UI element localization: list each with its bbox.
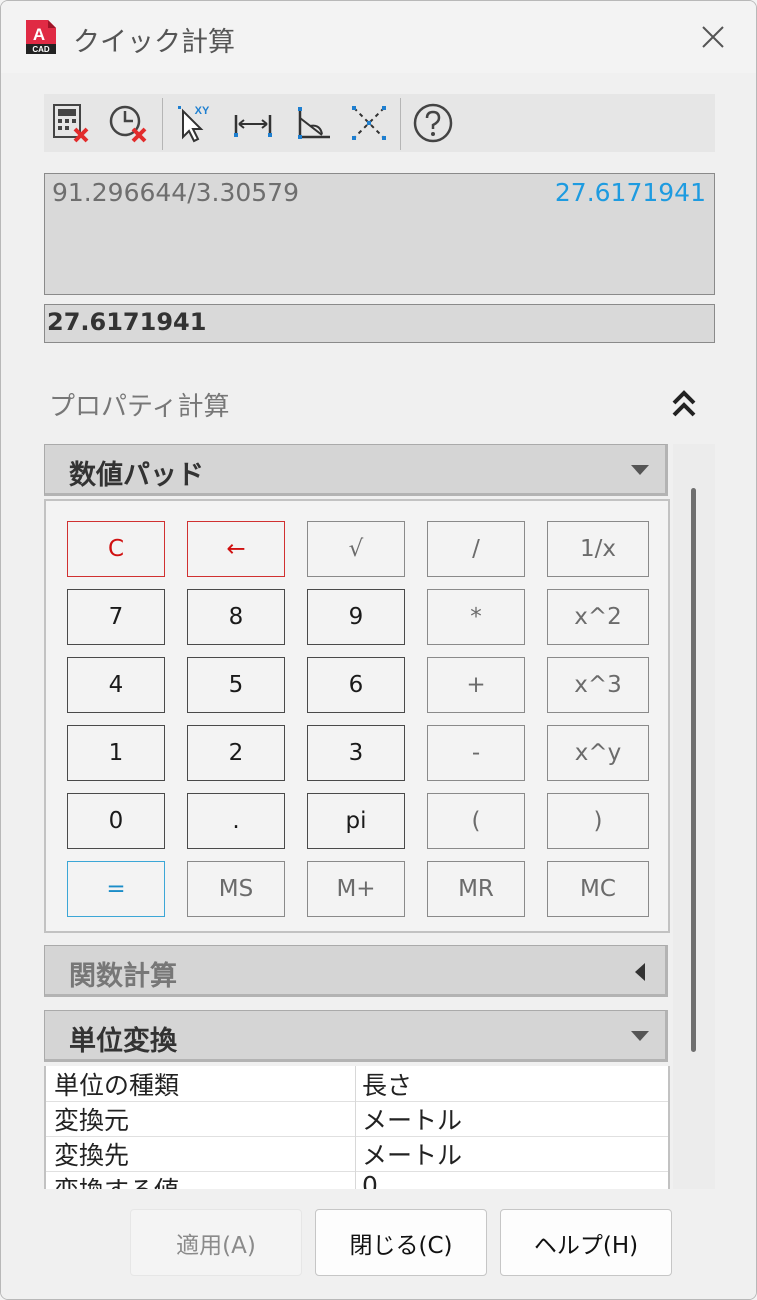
angle-of-line-icon [298, 107, 330, 139]
unit-row[interactable]: 単位の種類 長さ [46, 1066, 668, 1102]
unit-conversion-grid: 単位の種類 長さ 変換元 メートル 変換先 メートル 変換する値 0 [44, 1066, 670, 1189]
chevron-down-icon [631, 465, 649, 475]
history-area[interactable]: 91.296644/3.30579 27.6171941 [44, 173, 715, 295]
svg-text:XY: XY [195, 105, 210, 117]
app-logo-icon: A CAD [22, 18, 58, 56]
clear-history-icon [109, 105, 147, 143]
distance-between-points-icon [234, 115, 272, 137]
key-minus[interactable]: - [427, 725, 525, 781]
key-square[interactable]: x^2 [547, 589, 649, 645]
key-5[interactable]: 5 [187, 657, 285, 713]
key-cube[interactable]: x^3 [547, 657, 649, 713]
history-expression[interactable]: 91.296644/3.30579 [52, 178, 299, 207]
numeric-pad-header[interactable]: 数値パッド [44, 444, 668, 496]
key-3[interactable]: 3 [307, 725, 405, 781]
key-clear[interactable]: C [67, 521, 165, 577]
window-title: クイック計算 [73, 27, 235, 58]
key-divide[interactable]: / [427, 521, 525, 577]
key-open-paren[interactable]: ( [427, 793, 525, 849]
key-plus[interactable]: + [427, 657, 525, 713]
unit-conversion-header[interactable]: 単位変換 [44, 1010, 668, 1062]
close-icon [702, 26, 724, 48]
key-reciprocal[interactable]: 1/x [547, 521, 649, 577]
key-decimal[interactable]: . [187, 793, 285, 849]
column-divider [355, 1101, 356, 1136]
title-bar: A CAD クイック計算 [1, 1, 756, 73]
close-window-button[interactable] [699, 23, 727, 51]
intersection-of-lines-icon [352, 106, 386, 140]
app-logo-letter: A [33, 25, 45, 44]
key-pi[interactable]: pi [307, 793, 405, 849]
key-equals[interactable]: = [67, 861, 165, 917]
clear-history-button[interactable] [106, 100, 152, 146]
expression-input[interactable]: 27.6171941 [44, 304, 715, 343]
close-button[interactable]: 閉じる(C) [315, 1209, 487, 1276]
function-calc-header[interactable]: 関数計算 [44, 945, 668, 997]
unit-row-name: 変換元 [54, 1106, 130, 1135]
column-divider [355, 1136, 356, 1171]
unit-conversion-title: 単位変換 [69, 1026, 177, 1057]
unit-row[interactable]: 変換先 メートル [46, 1136, 668, 1172]
history-result[interactable]: 27.6171941 [555, 178, 706, 207]
get-coordinates-icon: XY [178, 105, 210, 143]
chevron-down-icon [631, 1031, 649, 1041]
key-power[interactable]: x^y [547, 725, 649, 781]
get-coordinates-button[interactable]: XY [170, 100, 216, 146]
key-memory-add[interactable]: M+ [307, 861, 405, 917]
calc-panels: 数値パッド C ← √ / 1/x 7 8 9 * x^2 4 5 6 + x^… [44, 444, 715, 1189]
double-chevron-up-icon [672, 390, 696, 417]
toolbar-separator [400, 98, 401, 150]
unit-row-value[interactable]: 0 [362, 1171, 378, 1189]
help-footer-button[interactable]: ヘルプ(H) [500, 1209, 672, 1276]
angle-button[interactable] [290, 100, 336, 146]
intersection-button[interactable] [346, 100, 392, 146]
numeric-pad-title: 数値パッド [69, 460, 204, 491]
apply-button[interactable]: 適用(A) [130, 1209, 302, 1276]
unit-row[interactable]: 変換する値 0 [46, 1171, 668, 1189]
collapse-button[interactable] [669, 385, 699, 421]
key-9[interactable]: 9 [307, 589, 405, 645]
help-icon [413, 103, 453, 143]
unit-row[interactable]: 変換元 メートル [46, 1101, 668, 1137]
unit-row-value[interactable]: メートル [362, 1101, 462, 1137]
property-calc-title: プロパティ計算 [49, 392, 230, 422]
key-close-paren[interactable]: ) [547, 793, 649, 849]
key-memory-store[interactable]: MS [187, 861, 285, 917]
key-8[interactable]: 8 [187, 589, 285, 645]
key-multiply[interactable]: * [427, 589, 525, 645]
column-divider [355, 1171, 356, 1189]
help-button[interactable] [410, 100, 456, 146]
unit-row-value[interactable]: 長さ [362, 1066, 412, 1102]
dialog-footer: 適用(A) 閉じる(C) ヘルプ(H) [1, 1197, 756, 1299]
clear-calculator-icon [53, 104, 89, 143]
column-divider [355, 1066, 356, 1101]
key-2[interactable]: 2 [187, 725, 285, 781]
unit-row-value[interactable]: メートル [362, 1136, 462, 1172]
key-4[interactable]: 4 [67, 657, 165, 713]
key-1[interactable]: 1 [67, 725, 165, 781]
key-backspace[interactable]: ← [187, 521, 285, 577]
key-0[interactable]: 0 [67, 793, 165, 849]
toolbar-separator [162, 98, 163, 150]
app-logo-sub: CAD [32, 45, 50, 54]
unit-row-name: 変換先 [54, 1141, 130, 1170]
key-sqrt[interactable]: √ [307, 521, 405, 577]
toolbar: XY [44, 94, 715, 152]
key-memory-recall[interactable]: MR [427, 861, 525, 917]
chevron-left-icon [635, 963, 645, 981]
clear-button[interactable] [48, 100, 94, 146]
quick-calc-window: A CAD クイック計算 XY 91.296644/3.30579 27.617… [0, 0, 757, 1300]
key-6[interactable]: 6 [307, 657, 405, 713]
unit-row-name: 単位の種類 [54, 1071, 180, 1100]
numeric-keypad: C ← √ / 1/x 7 8 9 * x^2 4 5 6 + x^3 1 2 … [44, 499, 670, 933]
distance-button[interactable] [230, 100, 276, 146]
function-calc-title: 関数計算 [69, 961, 177, 992]
key-7[interactable]: 7 [67, 589, 165, 645]
key-memory-clear[interactable]: MC [547, 861, 649, 917]
unit-row-name: 変換する値 [54, 1171, 354, 1189]
expression-input-value: 27.6171941 [47, 308, 207, 336]
